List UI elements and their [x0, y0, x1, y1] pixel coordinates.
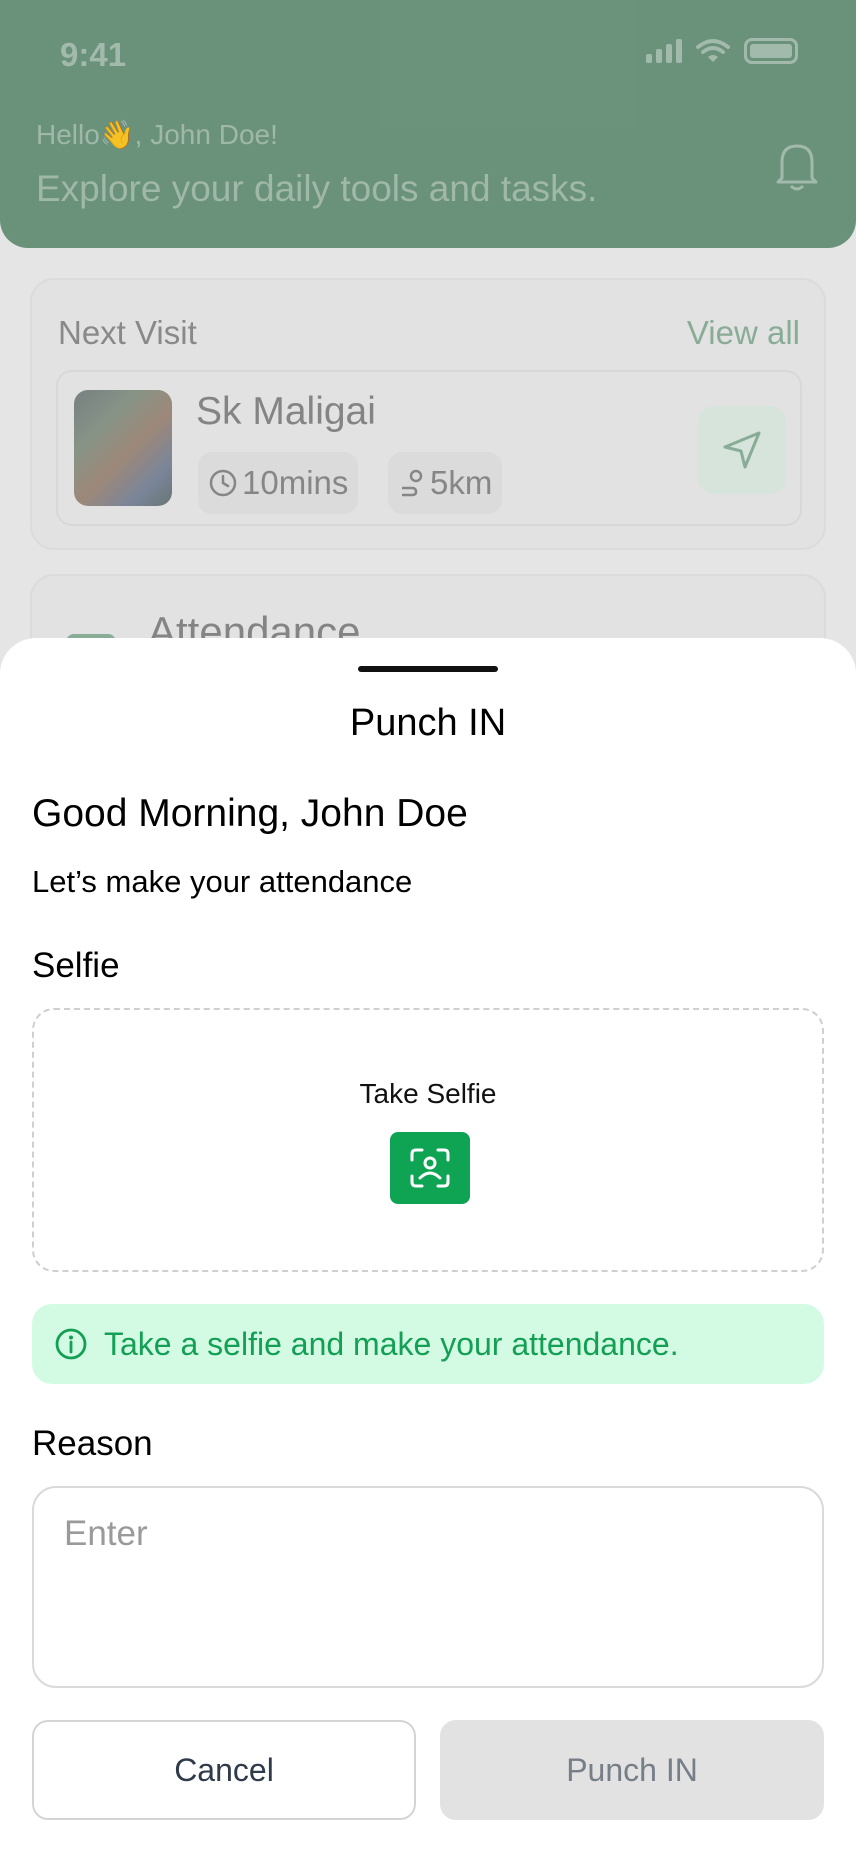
sheet-title: Punch IN [349, 702, 507, 744]
take-selfie-label: Take Selfie [359, 1078, 497, 1109]
background-app: 9:41 Hello👋, John Doe! Explore your dail… [0, 0, 856, 734]
drag-handle[interactable] [358, 666, 498, 672]
greeting-subtitle: Let’s make your attendance [32, 864, 413, 899]
reason-label: Reason [32, 1424, 153, 1463]
info-banner: Take a selfie and make your attendance. [32, 1304, 824, 1384]
take-selfie-button[interactable] [390, 1132, 470, 1204]
selfie-upload-area[interactable]: Take Selfie [32, 1008, 824, 1272]
greeting-heading: Good Morning, John Doe [32, 792, 468, 835]
cancel-button[interactable]: Cancel [32, 1720, 416, 1820]
reason-input[interactable] [32, 1486, 824, 1688]
punch-in-button[interactable]: Punch IN [440, 1720, 824, 1820]
selfie-label: Selfie [32, 946, 120, 985]
modal-overlay[interactable] [0, 0, 856, 700]
punch-in-sheet: Punch IN Good Morning, John Doe Let’s ma… [0, 638, 856, 1852]
info-text: Take a selfie and make your attendance. [104, 1325, 679, 1362]
face-scan-icon [410, 1148, 450, 1188]
info-icon [55, 1328, 87, 1360]
